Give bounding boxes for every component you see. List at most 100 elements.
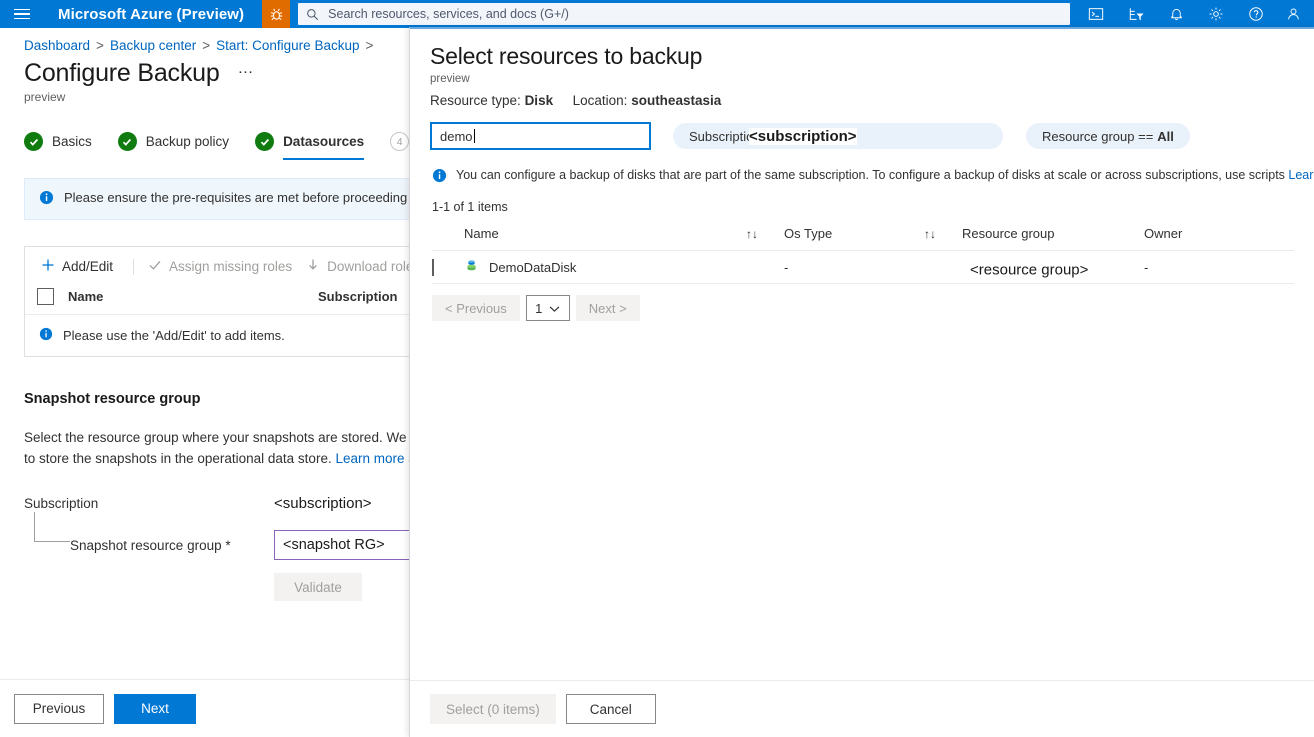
download-icon <box>306 258 320 275</box>
settings-gear-icon[interactable] <box>1196 0 1236 28</box>
page-number-select[interactable]: 1 <box>526 295 570 321</box>
resource-search-input[interactable]: demo <box>430 122 651 150</box>
breadcrumb-item-start-configure-backup[interactable]: Start: Configure Backup <box>216 38 359 53</box>
wizard-step-basics[interactable]: Basics <box>24 132 92 151</box>
next-button[interactable]: Next <box>114 694 196 724</box>
cloud-shell-icon[interactable] <box>1076 0 1116 28</box>
pagination-previous-button[interactable]: < Previous <box>432 295 520 321</box>
flyout-preview-label: preview <box>430 73 1294 85</box>
wizard-step-label: Datasources <box>283 134 364 149</box>
pagination-next-button[interactable]: Next > <box>576 295 640 321</box>
flyout-filter-bar: demo Subscription = <subscription> Resou… <box>410 108 1314 150</box>
info-circle-icon <box>39 327 53 344</box>
wizard-step-datasources[interactable]: Datasources <box>255 132 364 151</box>
row-name-text: DemoDataDisk <box>489 260 576 275</box>
row-checkbox-cell <box>432 260 464 275</box>
breadcrumb: Dashboard > Backup center > Start: Configure… <box>24 28 409 53</box>
prerequisites-info-text: Please ensure the pre-requisites are met… <box>64 190 409 205</box>
azure-brand-title[interactable]: Microsoft Azure (Preview) <box>58 6 244 23</box>
breadcrumb-item-backup-center[interactable]: Backup center <box>110 38 196 53</box>
column-header-subscription[interactable]: Subscription <box>318 289 397 304</box>
select-all-checkbox[interactable] <box>37 288 54 305</box>
row-owner-cell: - <box>1144 260 1264 275</box>
validate-button[interactable]: Validate <box>274 573 362 601</box>
directory-filter-icon[interactable] <box>1116 0 1156 28</box>
column-header-name[interactable]: Name <box>68 289 318 304</box>
plus-icon <box>41 258 55 275</box>
check-icon <box>148 258 162 275</box>
resource-group-filter-pill[interactable]: Resource group == All <box>1026 123 1190 149</box>
flyout-header: Select resources to backup preview Resou… <box>410 29 1314 108</box>
resource-type-value: Disk <box>525 93 554 108</box>
add-edit-button[interactable]: Add/Edit <box>37 255 123 278</box>
snapshot-subscription-value: <subscription> <box>274 495 372 512</box>
wizard-step-label: Backup policy <box>146 134 229 149</box>
notifications-bell-icon[interactable] <box>1156 0 1196 28</box>
sort-os-type-icon[interactable]: ↑↓ <box>924 227 962 241</box>
blade-scroll-body: Dashboard > Backup center > Start: Configure… <box>0 28 409 737</box>
cancel-button[interactable]: Cancel <box>566 694 656 724</box>
tree-connector <box>34 512 70 542</box>
column-header-resource-group[interactable]: Resource group <box>962 226 1144 241</box>
assign-missing-roles-button[interactable]: Assign missing roles <box>144 255 302 278</box>
row-checkbox[interactable] <box>432 259 434 276</box>
snapshot-subscription-label: Subscription <box>24 496 274 511</box>
snapshot-learn-more-link[interactable]: Learn more about snapshot resource group <box>335 451 409 466</box>
resources-table: Name ↑↓ Os Type ↑↓ Resource group Owner <box>410 226 1314 284</box>
learn-more-link[interactable]: Learn More <box>1288 168 1314 182</box>
page-title-row: Configure Backup … <box>24 59 409 88</box>
help-question-icon[interactable] <box>1236 0 1276 28</box>
topbar-icon-group <box>1076 0 1310 28</box>
active-step-underline <box>283 158 364 160</box>
snapshot-resource-group-row: Snapshot resource group * <snapshot RG> <box>24 530 409 560</box>
page-title: Configure Backup <box>24 59 220 88</box>
sort-name-icon[interactable]: ↑↓ <box>746 227 784 241</box>
subscription-filter-pill[interactable]: Subscription = <subscription> <box>673 123 1003 149</box>
flyout-resource-meta: Resource type: Disk Location: southeasta… <box>430 93 1294 108</box>
row-resource-group-value: <resource group> <box>966 260 1092 281</box>
snapshot-resource-group-field[interactable]: <snapshot RG> <box>274 530 409 560</box>
location-label: Location: <box>573 93 628 108</box>
account-avatar-icon[interactable] <box>1276 0 1310 28</box>
breadcrumb-separator: > <box>202 38 210 53</box>
previous-button[interactable]: Previous <box>14 694 104 724</box>
breadcrumb-item-dashboard[interactable]: Dashboard <box>24 38 90 53</box>
column-header-os-type[interactable]: Os Type <box>784 226 924 241</box>
subscription-filter-value: <subscription> <box>749 128 857 145</box>
download-role-template-button[interactable]: Download role assignment template <box>302 255 409 278</box>
managed-disk-icon <box>464 258 479 276</box>
column-header-owner[interactable]: Owner <box>1144 226 1264 241</box>
datasources-toolbar: Add/Edit Assign missing roles <box>25 247 409 286</box>
info-circle-icon <box>39 190 54 208</box>
results-count: 1-1 of 1 items <box>410 186 1314 214</box>
hamburger-menu-icon[interactable] <box>0 0 44 28</box>
row-name-cell: DemoDataDisk <box>464 258 746 276</box>
empty-message-text: Please use the 'Add/Edit' to add items. <box>63 328 285 343</box>
snapshot-section-title: Snapshot resource group <box>24 391 409 407</box>
assign-missing-roles-label: Assign missing roles <box>169 259 292 274</box>
search-icon <box>306 8 319 21</box>
breadcrumb-separator: > <box>96 38 104 53</box>
wizard-step-label: Basics <box>52 134 92 149</box>
wizard-step-four[interactable]: 4 <box>390 132 409 151</box>
wizard-step-backup-policy[interactable]: Backup policy <box>118 132 229 151</box>
preview-label: preview <box>24 90 409 104</box>
global-search-input[interactable] <box>326 6 1062 22</box>
column-header-name[interactable]: Name <box>464 226 746 241</box>
table-row[interactable]: DemoDataDisk - - <resource group> <box>432 250 1294 284</box>
row-os-type-cell: - <box>784 260 924 275</box>
check-circle-icon <box>118 132 137 151</box>
global-search-box[interactable] <box>298 3 1070 25</box>
datasources-table: Add/Edit Assign missing roles <box>24 246 409 357</box>
select-items-button[interactable]: Select (0 items) <box>430 694 556 724</box>
breadcrumb-separator: > <box>365 38 373 53</box>
text-cursor <box>474 129 475 143</box>
snapshot-subscription-row: Subscription <subscription> <box>24 495 409 512</box>
download-role-template-label: Download role assignment template <box>327 259 409 274</box>
more-options-icon[interactable]: … <box>238 64 255 83</box>
bug-icon[interactable] <box>262 0 290 28</box>
datasources-empty-message: Please use the 'Add/Edit' to add items. <box>25 315 409 356</box>
resource-group-filter-label: Resource group == <box>1042 129 1153 144</box>
snapshot-section-description: Select the resource group where your sna… <box>24 427 409 469</box>
flyout-footer: Select (0 items) Cancel <box>410 680 1314 737</box>
